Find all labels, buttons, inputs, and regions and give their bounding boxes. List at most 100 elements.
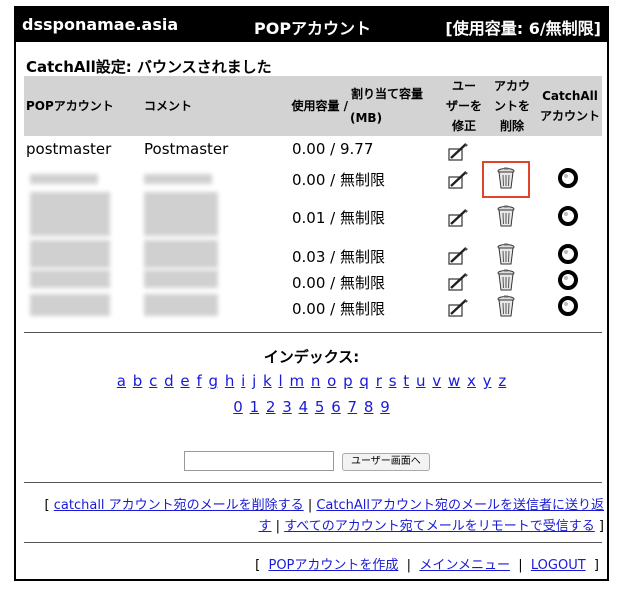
- catchall-radio-icon[interactable]: [556, 166, 580, 190]
- index-letter-m[interactable]: m: [289, 372, 304, 390]
- index-letter-y[interactable]: y: [483, 372, 492, 390]
- user-screen-button[interactable]: ユーザー画面へ: [342, 453, 430, 471]
- trash-icon[interactable]: [494, 268, 518, 292]
- catchall-radio-icon[interactable]: [556, 204, 580, 228]
- index-letter-d[interactable]: d: [164, 372, 174, 390]
- bracket-close: ]: [593, 558, 599, 573]
- page-title: POPアカウント: [254, 19, 372, 38]
- index-letter-t[interactable]: t: [403, 372, 409, 390]
- catchall-radio-icon[interactable]: [556, 294, 580, 318]
- footer-nav: [ POPアカウントを作成 | メインメニュー | LOGOUT ]: [255, 554, 599, 573]
- index-letter-o[interactable]: o: [327, 372, 336, 390]
- index-letter-r[interactable]: r: [376, 372, 382, 390]
- col-quota-line1: 割り当て容量: [350, 87, 423, 101]
- index-letter-a[interactable]: a: [117, 372, 126, 390]
- index-letter-w[interactable]: w: [448, 372, 460, 390]
- user-search-input[interactable]: [184, 451, 334, 471]
- redacted-comment: [144, 174, 212, 184]
- account-quota: 0.00 / 無制限: [292, 274, 385, 292]
- remote-receive-link[interactable]: すべてのアカウント宛てメールをリモートで受信する: [284, 519, 595, 534]
- divider: [24, 482, 602, 483]
- redacted-comment: [144, 192, 218, 236]
- divider: [24, 542, 602, 543]
- index-letter-x[interactable]: x: [467, 372, 476, 390]
- index-letter-e[interactable]: e: [180, 372, 189, 390]
- index-letter-h[interactable]: h: [225, 372, 235, 390]
- trash-icon[interactable]: [494, 242, 518, 266]
- index-digit-8[interactable]: 8: [364, 398, 374, 416]
- redacted-account: [30, 294, 110, 316]
- col-usage: 使用容量 /: [291, 99, 348, 113]
- index-letter-q[interactable]: q: [359, 372, 369, 390]
- index-letter-j[interactable]: j: [252, 372, 256, 390]
- create-pop-account-link[interactable]: POPアカウントを作成: [268, 558, 398, 573]
- table-header: POPアカウント コメント 割り当て容量 使用容量 / (MB) ユー ザーを …: [24, 76, 602, 136]
- catchall-radio-icon[interactable]: [556, 242, 580, 266]
- col-edit-line1: ユー: [451, 79, 476, 93]
- account-quota: 0.00 / 無制限: [292, 171, 385, 189]
- redacted-account: [30, 240, 110, 268]
- redacted-account: [30, 270, 110, 288]
- usage-summary: [使用容量: 6/無制限]: [445, 19, 601, 38]
- digit-index: 0 1 2 3 4 5 6 7 8 9: [16, 398, 607, 416]
- mail-actions: [ catchall アカウント宛のメールを削除する | CatchAllアカウ…: [24, 495, 604, 537]
- trash-icon[interactable]: [494, 204, 518, 228]
- index-letter-k[interactable]: k: [263, 372, 272, 390]
- redacted-account: [30, 192, 110, 236]
- catchall-radio-icon[interactable]: [556, 268, 580, 292]
- return-catchall-mail-link[interactable]: CatchAllアカウント宛のメールを送信者に送り返: [316, 498, 604, 513]
- index-letter-s[interactable]: s: [389, 372, 397, 390]
- col-delete-line1: アカウ: [493, 79, 530, 93]
- bracket-open: [: [44, 498, 50, 513]
- col-account: POPアカウント: [26, 99, 114, 113]
- index-letter-p[interactable]: p: [343, 372, 353, 390]
- index-letter-v[interactable]: v: [432, 372, 441, 390]
- main-menu-link[interactable]: メインメニュー: [419, 558, 510, 573]
- link-separator: |: [518, 558, 523, 573]
- col-delete-line2: ントを: [493, 99, 530, 113]
- index-digit-0[interactable]: 0: [233, 398, 243, 416]
- index-letter-z[interactable]: z: [498, 372, 506, 390]
- index-letter-c[interactable]: c: [149, 372, 157, 390]
- return-catchall-mail-link-cont[interactable]: す: [259, 519, 272, 534]
- index-letter-b[interactable]: b: [133, 372, 143, 390]
- link-separator: |: [307, 498, 313, 513]
- index-digit-2[interactable]: 2: [266, 398, 276, 416]
- edit-user-icon[interactable]: [446, 244, 470, 268]
- account-quota: 0.00 / 9.77: [292, 140, 374, 158]
- index-letter-l[interactable]: l: [278, 372, 282, 390]
- index-letter-u[interactable]: u: [416, 372, 426, 390]
- index-letter-g[interactable]: g: [209, 372, 219, 390]
- index-digit-9[interactable]: 9: [380, 398, 390, 416]
- trash-icon[interactable]: [494, 294, 518, 318]
- edit-user-icon[interactable]: [446, 168, 470, 192]
- bracket-close: ]: [598, 519, 604, 534]
- redacted-comment: [144, 240, 218, 268]
- edit-user-icon[interactable]: [446, 296, 470, 320]
- index-digit-1[interactable]: 1: [250, 398, 260, 416]
- col-catchall-line2: アカウント: [539, 109, 600, 123]
- index-digit-6[interactable]: 6: [331, 398, 341, 416]
- logout-link[interactable]: LOGOUT: [531, 558, 586, 573]
- index-digit-4[interactable]: 4: [299, 398, 309, 416]
- account-quota: 0.01 / 無制限: [292, 209, 385, 227]
- col-catchall-line1: CatchAll: [542, 89, 598, 103]
- redacted-account: [30, 174, 98, 184]
- col-edit-line3: 修正: [451, 119, 476, 133]
- account-name: postmaster: [26, 140, 112, 158]
- edit-user-icon[interactable]: [446, 270, 470, 294]
- col-quota-unit: (MB): [350, 111, 383, 125]
- bracket-open: [: [255, 558, 261, 573]
- index-digit-7[interactable]: 7: [348, 398, 358, 416]
- delete-catchall-mail-link[interactable]: catchall アカウント宛のメールを削除する: [54, 498, 304, 513]
- edit-user-icon[interactable]: [446, 140, 470, 164]
- index-title: インデックス:: [263, 348, 360, 366]
- link-separator: |: [275, 519, 281, 534]
- edit-user-icon[interactable]: [446, 206, 470, 230]
- index-letter-f[interactable]: f: [196, 372, 201, 390]
- account-quota: 0.00 / 無制限: [292, 300, 385, 318]
- index-digit-3[interactable]: 3: [282, 398, 292, 416]
- index-letter-i[interactable]: i: [241, 372, 245, 390]
- index-letter-n[interactable]: n: [311, 372, 321, 390]
- index-digit-5[interactable]: 5: [315, 398, 325, 416]
